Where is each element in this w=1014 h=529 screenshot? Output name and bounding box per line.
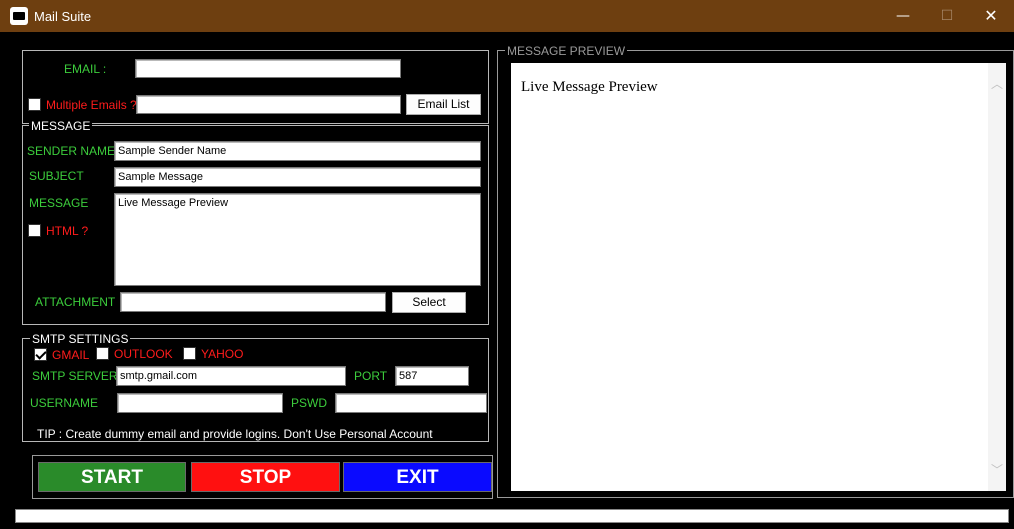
sender-name-label: SENDER NAME (27, 144, 116, 158)
outlook-label: OUTLOOK (114, 347, 173, 361)
port-input[interactable]: 587 (395, 366, 469, 386)
yahoo-label: YAHOO (201, 347, 244, 361)
gmail-label: GMAIL (52, 348, 90, 362)
username-label: USERNAME (30, 396, 99, 410)
start-button[interactable]: START (38, 462, 186, 492)
multiple-emails-label: Multiple Emails ? (46, 98, 137, 112)
select-attachment-button[interactable]: Select (392, 292, 466, 313)
mail-envelope-icon (10, 7, 28, 25)
maximize-button[interactable]: ☐ (924, 0, 970, 32)
email-input[interactable] (135, 59, 401, 78)
minimize-button[interactable]: — (880, 0, 926, 32)
exit-button[interactable]: EXIT (343, 462, 492, 492)
yahoo-checkbox[interactable] (183, 347, 196, 360)
smtp-legend: SMTP SETTINGS (30, 332, 131, 346)
outlook-checkbox[interactable] (96, 347, 109, 360)
sender-name-input[interactable]: Sample Sender Name (114, 141, 481, 161)
smtp-server-input[interactable]: smtp.gmail.com (116, 366, 346, 386)
html-checkbox[interactable] (28, 224, 41, 237)
message-preview-pane[interactable]: Live Message Preview (511, 63, 1006, 491)
smtp-server-label: SMTP SERVER (32, 369, 118, 383)
message-label: MESSAGE (29, 196, 89, 210)
close-button[interactable]: ✕ (968, 0, 1014, 32)
subject-label: SUBJECT (29, 169, 84, 183)
attachment-input[interactable] (120, 292, 386, 312)
port-label: PORT (354, 369, 388, 383)
preview-scrollbar[interactable]: ︿ ﹀ (988, 63, 1006, 491)
password-label: PSWD (291, 396, 327, 410)
email-label: EMAIL : (64, 62, 107, 76)
attachment-label: ATTACHMENT (35, 295, 116, 309)
preview-content: Live Message Preview (521, 79, 658, 95)
scroll-up-icon[interactable]: ︿ (988, 75, 1006, 93)
scroll-down-icon[interactable]: ﹀ (988, 461, 1006, 479)
tip-text: TIP : Create dummy email and provide log… (33, 427, 437, 441)
message-legend: MESSAGE (29, 119, 93, 133)
stop-button[interactable]: STOP (191, 462, 340, 492)
gmail-checkbox[interactable] (34, 348, 47, 361)
email-list-button[interactable]: Email List (406, 94, 481, 115)
multiple-emails-input[interactable] (136, 95, 401, 114)
multiple-emails-checkbox[interactable] (28, 98, 41, 111)
status-bar (15, 509, 1009, 523)
message-textarea[interactable]: Live Message Preview (114, 193, 481, 286)
username-input[interactable] (117, 393, 283, 413)
subject-input[interactable]: Sample Message (114, 167, 481, 187)
html-label: HTML ? (46, 224, 89, 238)
preview-legend: MESSAGE PREVIEW (505, 44, 628, 58)
window-title: Mail Suite (34, 9, 92, 24)
password-input[interactable] (335, 393, 487, 413)
title-bar: Mail Suite — ☐ ✕ (0, 0, 1014, 32)
